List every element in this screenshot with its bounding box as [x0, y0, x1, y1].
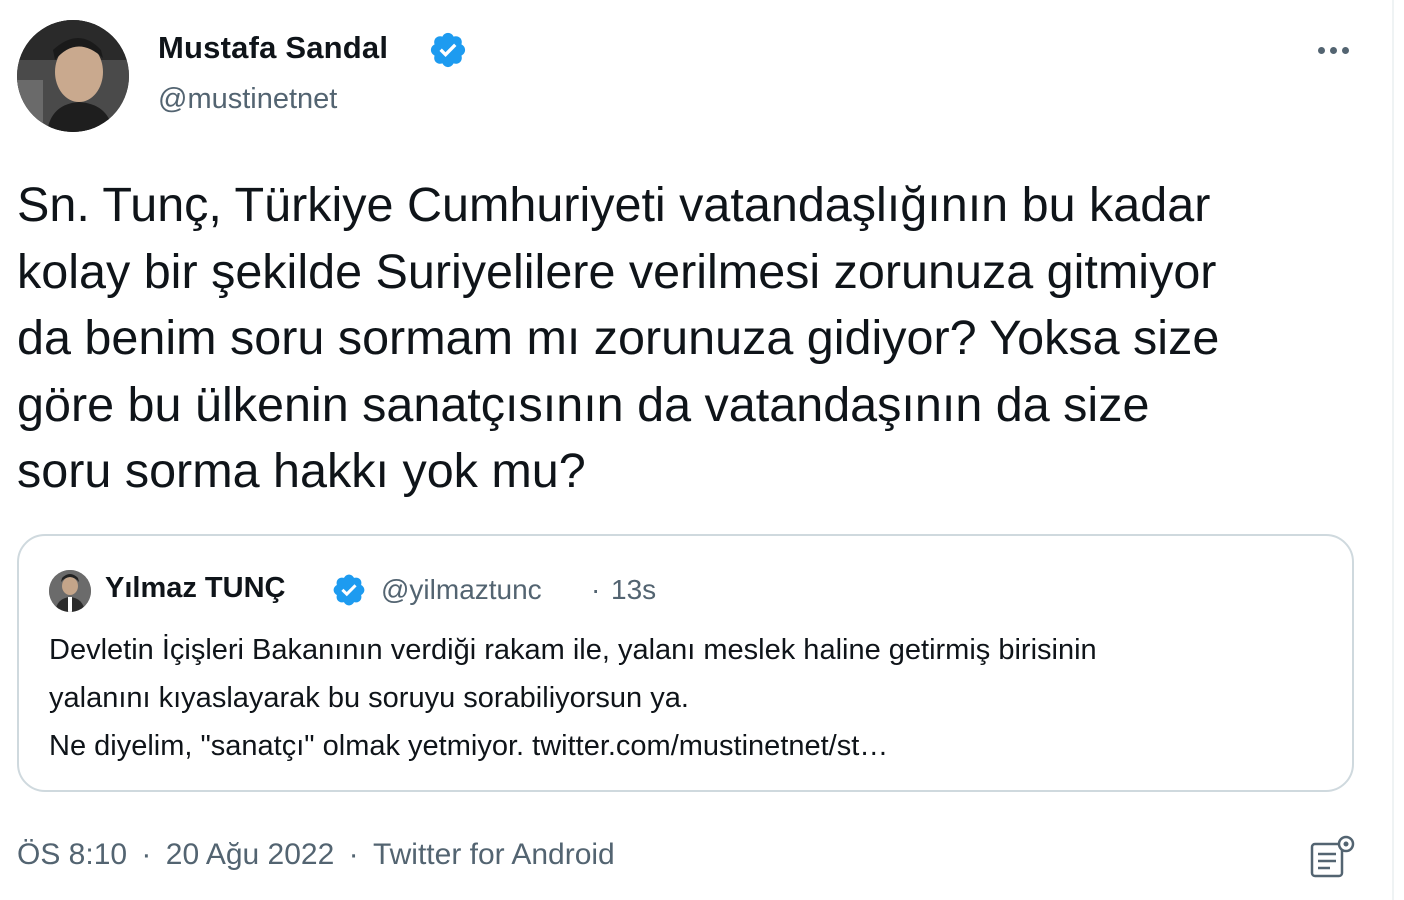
meta-separator: ·	[348, 838, 359, 871]
quoted-tweet-card[interactable]: Yılmaz TUNÇ @yilmaztunc · 13s Devletin İ…	[17, 534, 1354, 792]
tweet-date[interactable]: 20 Ağu 2022	[166, 838, 335, 872]
more-icon-dot	[1329, 46, 1337, 54]
quote-author-avatar[interactable]	[49, 570, 91, 612]
tweet-time[interactable]: ÖS 8:10	[17, 838, 127, 872]
tweet-container: Mustafa Sandal @mustinetnet Sn. Tunç, Tü…	[0, 0, 1404, 900]
author-avatar[interactable]	[17, 20, 129, 132]
tweet-meta: ÖS 8:10 · 20 Ağu 2022 · Twitter for Andr…	[17, 838, 615, 872]
author-name[interactable]: Mustafa Sandal	[158, 30, 388, 66]
quote-separator: ·	[591, 574, 601, 605]
tweet-text: Sn. Tunç, Türkiye Cumhuriyeti vatandaşlı…	[17, 178, 1220, 498]
quote-timestamp[interactable]: 13s	[611, 574, 656, 606]
more-icon	[1317, 46, 1325, 54]
quote-text: Devletin İçişleri Bakanının verdiği raka…	[49, 626, 1339, 770]
quote-text-line: yalanını kıyaslayarak bu soruyu sorabili…	[49, 682, 689, 714]
column-divider	[1392, 0, 1394, 900]
more-button[interactable]	[1306, 30, 1360, 70]
analytics-button[interactable]	[1306, 834, 1358, 882]
quote-author-handle[interactable]: @yilmaztunc	[381, 574, 542, 606]
verified-badge-icon	[430, 32, 466, 68]
tweet-source[interactable]: Twitter for Android	[373, 838, 615, 872]
quote-text-line: Devletin İçişleri Bakanının verdiği raka…	[49, 634, 1097, 666]
more-icon-dot	[1341, 46, 1349, 54]
quote-author-name[interactable]: Yılmaz TUNÇ	[105, 572, 285, 605]
analytics-icon	[1310, 835, 1355, 878]
meta-separator: ·	[141, 838, 152, 871]
author-handle[interactable]: @mustinetnet	[158, 83, 337, 116]
quote-text-line[interactable]: Ne diyelim, "sanatçı" olmak yetmiyor. tw…	[49, 722, 1339, 770]
quote-verified-badge-icon	[333, 574, 365, 606]
